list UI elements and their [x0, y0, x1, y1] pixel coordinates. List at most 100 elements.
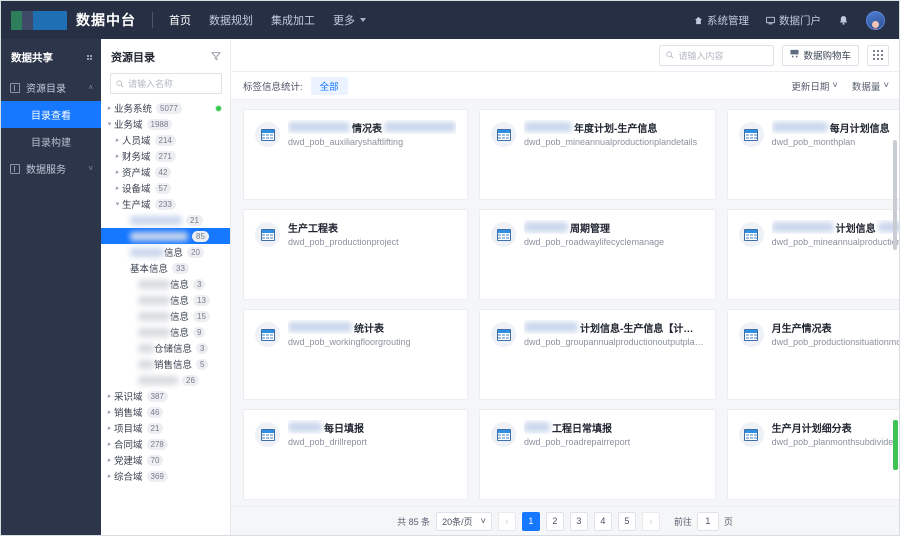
avatar[interactable]	[866, 11, 885, 30]
portal-icon	[766, 16, 775, 25]
chevron-down-icon: ˅	[832, 80, 838, 91]
sort-update-date-label: 更新日期	[791, 79, 829, 93]
sidebar-item-data-service[interactable]: 数据服务 ˅	[1, 155, 101, 182]
tree-node[interactable]: 信息3	[101, 276, 230, 292]
tree-node[interactable]: ▾生产域233	[101, 196, 230, 212]
nav-item-more[interactable]: 更多	[333, 12, 366, 28]
tree-node[interactable]: 销售信息 5	[101, 356, 230, 372]
dataset-card[interactable]: 每日填报dwd_pob_drillreport	[243, 409, 468, 500]
chevron-right-icon: ▸	[105, 409, 114, 416]
tree-node-count: 85	[192, 231, 209, 242]
dataset-card[interactable]: 情况表dwd_pob_auxiliaryshaftlifting	[243, 109, 468, 200]
tree-node[interactable]: 基本信息33	[101, 260, 230, 276]
filter-tag-all[interactable]: 全部	[311, 77, 348, 95]
nav-item-data-planning[interactable]: 数据规划	[209, 12, 253, 28]
tree-node[interactable]: ▸综合域369	[101, 468, 230, 484]
dataset-card[interactable]: 统计表dwd_pob_workingfloorgrouting	[243, 309, 468, 400]
tree-node[interactable]: 信息15	[101, 308, 230, 324]
tree-node[interactable]: 信息13	[101, 292, 230, 308]
page-size-select[interactable]: 20条/页 ˅	[436, 512, 492, 531]
tree-node[interactable]: ▸人员域214	[101, 132, 230, 148]
tree-node-list[interactable]: ▸业务系统5077▾业务域1988▸人员域214▸财务域271▸资产域42▸设备…	[101, 100, 230, 535]
grid-view-icon[interactable]	[867, 45, 889, 66]
sidebar-item-resource-catalog[interactable]: 资源目录 ˄	[1, 74, 101, 101]
dataset-card[interactable]: 生产工程表dwd_pob_productionproject	[243, 209, 468, 300]
tree-node-count: 369	[147, 471, 168, 482]
filter-icon[interactable]	[211, 48, 221, 66]
dataset-card[interactable]: 生产月计划细分表dwd_pob_planmonthsubdivide	[727, 409, 899, 500]
tree-node-count: 1988	[147, 119, 173, 130]
pagination-next[interactable]: ›	[642, 512, 660, 531]
tree-node[interactable]: ▸党建域70	[101, 452, 230, 468]
pagination-prev[interactable]: ‹	[498, 512, 516, 531]
tree-node-label: 采识域	[114, 389, 143, 403]
tree-node[interactable]: ▸采识域387	[101, 388, 230, 404]
sidebar-item-catalog-view[interactable]: 目录查看	[1, 101, 101, 128]
card-grid-scroll[interactable]: 情况表dwd_pob_auxiliaryshaftlifting 年度计划-生产信…	[231, 100, 899, 506]
tree-node-count: 5	[196, 359, 208, 370]
filter-label: 标签信息统计:	[243, 79, 303, 93]
data-portal-link[interactable]: 数据门户	[766, 13, 821, 28]
tree-node-label: 资产域	[122, 165, 151, 179]
tree-node-label: 人员域	[122, 133, 151, 147]
pagination-page-1[interactable]: 1	[522, 512, 540, 531]
tree-node-label: 仓储信息	[154, 341, 192, 355]
system-management-link[interactable]: 系统管理	[694, 13, 749, 28]
application-window: 数据中台 首页 数据规划 集成加工 更多 系统管理 数据门户	[0, 0, 900, 536]
pagination-jump-prefix: 前往	[674, 515, 692, 528]
card-text: 生产工程表dwd_pob_productionproject	[288, 220, 456, 247]
tree-node[interactable]: 21	[101, 212, 230, 228]
tree-node[interactable]: 信息20	[101, 244, 230, 260]
dataset-card[interactable]: 工程日常填报dwd_pob_roadrepairreport	[479, 409, 716, 500]
tree-node[interactable]: ▸设备域57	[101, 180, 230, 196]
tree-node[interactable]: ▾业务域1988	[101, 116, 230, 132]
sidebar-item-catalog-build[interactable]: 目录构建	[1, 128, 101, 155]
card-text: 生产月计划细分表dwd_pob_planmonthsubdivide	[772, 420, 899, 447]
pagination-page-2[interactable]: 2	[546, 512, 564, 531]
tree-node-label: 销售信息	[154, 357, 192, 371]
dataset-card[interactable]: 周期管理dwd_pob_roadwaylifecyclemanage	[479, 209, 716, 300]
dataset-card[interactable]: 年度计划-生产信息dwd_pob_mineannualproductionpla…	[479, 109, 716, 200]
card-header: 年度计划-生产信息dwd_pob_mineannualproductionpla…	[491, 120, 704, 147]
app-logo[interactable]: 数据中台	[11, 10, 136, 30]
card-text: 计划信息度计划…dwd_pob_mineannualproductionplan…	[772, 220, 899, 247]
tree-node-label: 信息	[170, 293, 189, 307]
dataset-card[interactable]: 月生产情况表dwd_pob_productionsituationmonth	[727, 309, 899, 400]
tree-node[interactable]: ▸资产域42	[101, 164, 230, 180]
tree-node-label-blurred	[138, 376, 178, 385]
data-cart-button[interactable]: 数据购物车	[782, 45, 859, 66]
collapse-icon[interactable]	[87, 55, 93, 61]
nav-item-integration[interactable]: 集成加工	[271, 12, 315, 28]
tree-node[interactable]: ▸业务系统5077	[101, 100, 230, 116]
pagination-jump-input[interactable]: 1	[697, 512, 719, 531]
tree-node[interactable]: ▸项目域21	[101, 420, 230, 436]
nav-item-home[interactable]: 首页	[169, 12, 191, 28]
bell-icon[interactable]	[838, 15, 849, 26]
pagination-page-3[interactable]: 3	[570, 512, 588, 531]
card-code: dwd_pob_roadwaylifecyclemanage	[524, 237, 704, 247]
tree-node-prefix-blurred	[138, 328, 170, 337]
dataset-card[interactable]: 计划信息度计划…dwd_pob_mineannualproductionplan…	[727, 209, 899, 300]
sort-update-date[interactable]: 更新日期 ˅	[791, 79, 838, 93]
table-icon	[491, 322, 516, 347]
tree-search-input[interactable]: 请输入名称	[110, 73, 222, 94]
primary-nav: 首页 数据规划 集成加工 更多	[169, 12, 366, 28]
tree-node[interactable]: 信息9	[101, 324, 230, 340]
tree-node-count: 70	[147, 455, 164, 466]
tree-node[interactable]: 仓储信息3	[101, 340, 230, 356]
card-text: 计划信息-生产信息【计…dwd_pob_groupannualproductio…	[524, 320, 704, 347]
tree-node[interactable]: 26	[101, 372, 230, 388]
tree-node[interactable]: 85	[101, 228, 230, 244]
search-input[interactable]: 请输入内容	[659, 45, 774, 66]
pagination-page-5[interactable]: 5	[618, 512, 636, 531]
tree-node[interactable]: ▸合同域278	[101, 436, 230, 452]
tree-node[interactable]: ▸财务域271	[101, 148, 230, 164]
tree-node-label: 业务域	[114, 117, 143, 131]
scroll-indicator	[893, 420, 898, 470]
dataset-card[interactable]: 计划信息-生产信息【计…dwd_pob_groupannualproductio…	[479, 309, 716, 400]
dataset-card[interactable]: 每月计划信息dwd_pob_monthplan	[727, 109, 899, 200]
tree-node[interactable]: ▸销售域46	[101, 404, 230, 420]
pagination-page-4[interactable]: 4	[594, 512, 612, 531]
scrollbar-vertical[interactable]	[893, 140, 897, 250]
sort-data-volume[interactable]: 数据量 ˅	[852, 79, 889, 93]
